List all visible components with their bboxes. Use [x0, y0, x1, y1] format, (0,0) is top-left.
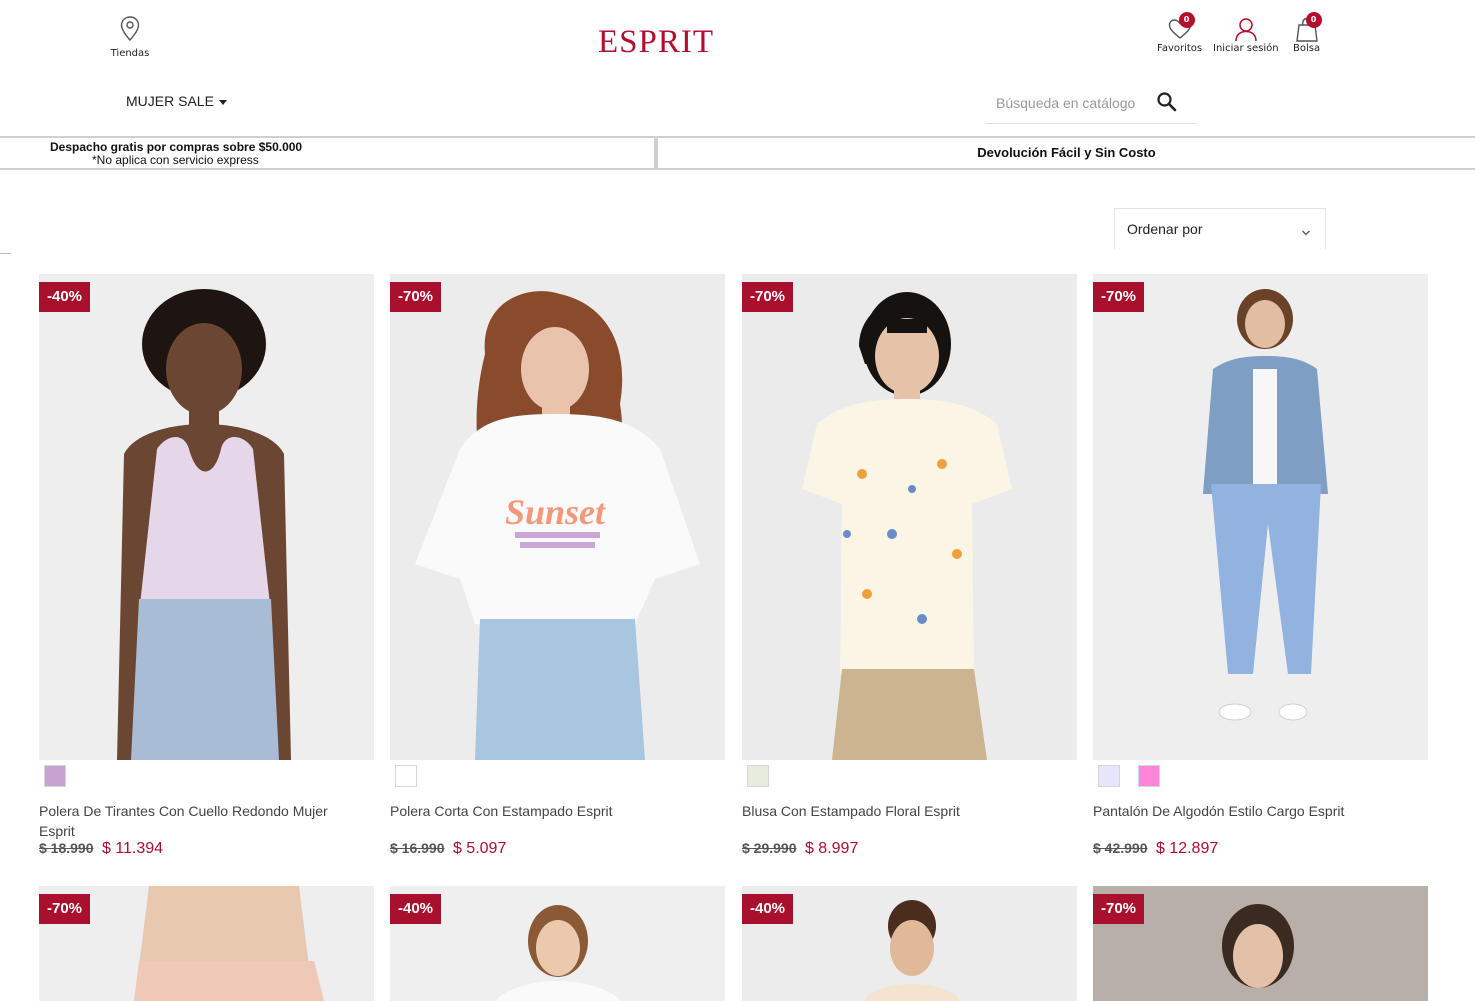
discount-badge: -70%	[742, 282, 794, 312]
product-card: -40%	[742, 886, 1077, 1001]
color-swatches	[747, 765, 782, 787]
product-image[interactable]: -40%	[390, 886, 725, 1001]
original-price: $ 29.990	[742, 840, 797, 856]
color-swatch[interactable]	[1138, 765, 1161, 787]
sale-price: $ 12.897	[1155, 840, 1219, 857]
product-card: -70%	[1093, 886, 1428, 1001]
discount-badge: -40%	[742, 894, 794, 924]
color-swatches	[1098, 765, 1173, 787]
color-swatches	[395, 765, 430, 787]
product-price: $ 16.990 $ 5.097	[390, 840, 506, 858]
product-image[interactable]: -70%	[1093, 274, 1428, 760]
product-name[interactable]: Polera De Tirantes Con Cuello Redondo Mu…	[39, 801, 359, 841]
product-image[interactable]: -40%	[742, 886, 1077, 1001]
product-price: $ 42.990 $ 12.897	[1093, 840, 1218, 858]
product-name[interactable]: Pantalón De Algodón Estilo Cargo Esprit	[1093, 801, 1413, 821]
color-swatch[interactable]	[395, 765, 417, 787]
product-grid: -40% Polera De Tirantes Con Cuello Redon…	[0, 0, 1475, 1001]
color-swatch[interactable]	[44, 765, 66, 787]
svg-text:Sunset: Sunset	[505, 492, 606, 532]
product-card: -40% Polera De Tirantes Con Cuello Redon…	[39, 274, 374, 864]
color-swatch[interactable]	[747, 765, 769, 787]
product-image[interactable]: -40%	[39, 274, 374, 760]
sale-price: $ 11.394	[101, 840, 164, 857]
product-price: $ 18.990 $ 11.394	[39, 840, 163, 858]
discount-badge: -70%	[1093, 282, 1145, 312]
product-price: $ 29.990 $ 8.997	[742, 840, 858, 858]
discount-badge: -70%	[390, 282, 442, 312]
product-card: -70% Pantalón De Algodón Estilo Cargo Es…	[1093, 274, 1428, 864]
color-swatch[interactable]	[1098, 765, 1120, 787]
sale-price: $ 5.097	[452, 840, 507, 857]
product-name[interactable]: Polera Corta Con Estampado Esprit	[390, 801, 710, 821]
product-card: -70% Blusa Con Estampado Floral Esprit $…	[742, 274, 1077, 864]
color-swatches	[44, 765, 79, 787]
product-name[interactable]: Blusa Con Estampado Floral Esprit	[742, 801, 1062, 821]
product-card: Sunset -70% Polera Corta Con Estampado E…	[390, 274, 725, 864]
product-card: -70%	[39, 886, 374, 1001]
product-card: -40%	[390, 886, 725, 1001]
original-price: $ 42.990	[1093, 840, 1148, 856]
sale-price: $ 8.997	[804, 840, 859, 857]
product-image[interactable]: -70%	[742, 274, 1077, 760]
product-image[interactable]: -70%	[39, 886, 374, 1001]
discount-badge: -40%	[390, 894, 442, 924]
product-image[interactable]: Sunset -70%	[390, 274, 725, 760]
original-price: $ 16.990	[390, 840, 445, 856]
discount-badge: -70%	[1093, 894, 1145, 924]
product-image[interactable]: -70%	[1093, 886, 1428, 1001]
discount-badge: -70%	[39, 894, 91, 924]
discount-badge: -40%	[39, 282, 91, 312]
original-price: $ 18.990	[39, 840, 94, 856]
